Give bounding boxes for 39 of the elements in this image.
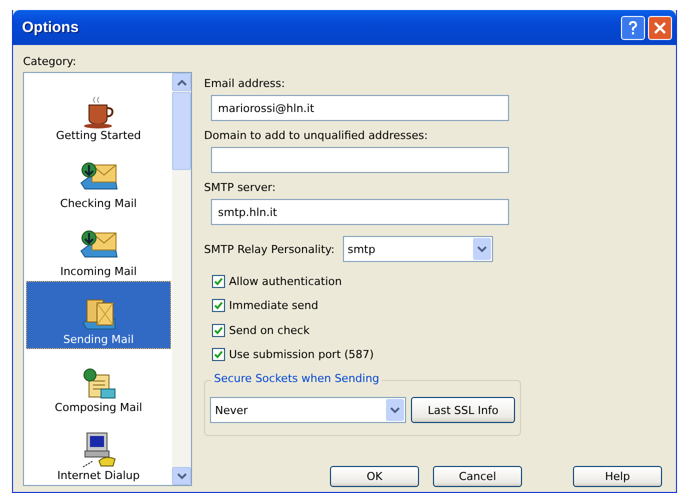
text-field[interactable]	[211, 147, 509, 173]
category-item[interactable]: Composing Mail	[26, 349, 171, 417]
text-field[interactable]: smtp.hln.it	[211, 199, 509, 225]
checkbox-option[interactable]: Use submission port (587)	[212, 342, 676, 367]
scrollbar[interactable]	[172, 73, 191, 485]
category-item[interactable]: Getting Started	[26, 77, 171, 145]
field-label: Email address:	[204, 77, 286, 90]
dialog-button[interactable]: OK	[330, 466, 419, 487]
last-ssl-info-button[interactable]: Last SSL Info	[411, 397, 515, 423]
checkbox-option[interactable]: Allow authentication	[212, 269, 676, 294]
scroll-thumb[interactable]	[172, 92, 191, 170]
checkbox[interactable]	[212, 348, 225, 362]
relay-label: SMTP Relay Personality:	[204, 242, 335, 256]
scroll-up-button[interactable]	[172, 73, 191, 91]
field-label: SMTP server:	[204, 181, 277, 194]
checkbox-option[interactable]: Immediate send	[212, 294, 676, 318]
checkbox[interactable]	[212, 299, 225, 312]
help-icon	[626, 20, 640, 36]
close-icon	[653, 20, 667, 34]
relay-dropdown[interactable]: smtp	[342, 236, 493, 262]
category-item[interactable]: Internet Dialup	[26, 417, 171, 485]
category-item[interactable]: Checking Mail	[26, 145, 171, 213]
dialog-button[interactable]: Cancel	[433, 466, 522, 487]
ssl-dropdown[interactable]: Never	[210, 397, 406, 423]
checkbox-option[interactable]: Send on check	[212, 318, 676, 342]
document-icon	[80, 367, 116, 401]
checkbox[interactable]	[212, 324, 225, 337]
window-title: Options	[22, 19, 80, 36]
field-label: Domain to add to unqualified addresses:	[204, 129, 429, 142]
text-field[interactable]: mariorossi@hln.it	[211, 95, 509, 121]
category-label: Category:	[23, 55, 78, 68]
group-legend: Secure Sockets when Sending	[211, 372, 382, 385]
dialog-button[interactable]: Help	[573, 466, 662, 487]
category-item[interactable]: Incoming Mail	[26, 213, 171, 281]
scroll-down-button[interactable]	[172, 467, 191, 485]
help-button[interactable]	[621, 16, 645, 40]
close-button[interactable]	[648, 16, 672, 40]
category-item[interactable]: Sending Mail	[26, 281, 171, 349]
checkbox[interactable]	[212, 274, 225, 288]
